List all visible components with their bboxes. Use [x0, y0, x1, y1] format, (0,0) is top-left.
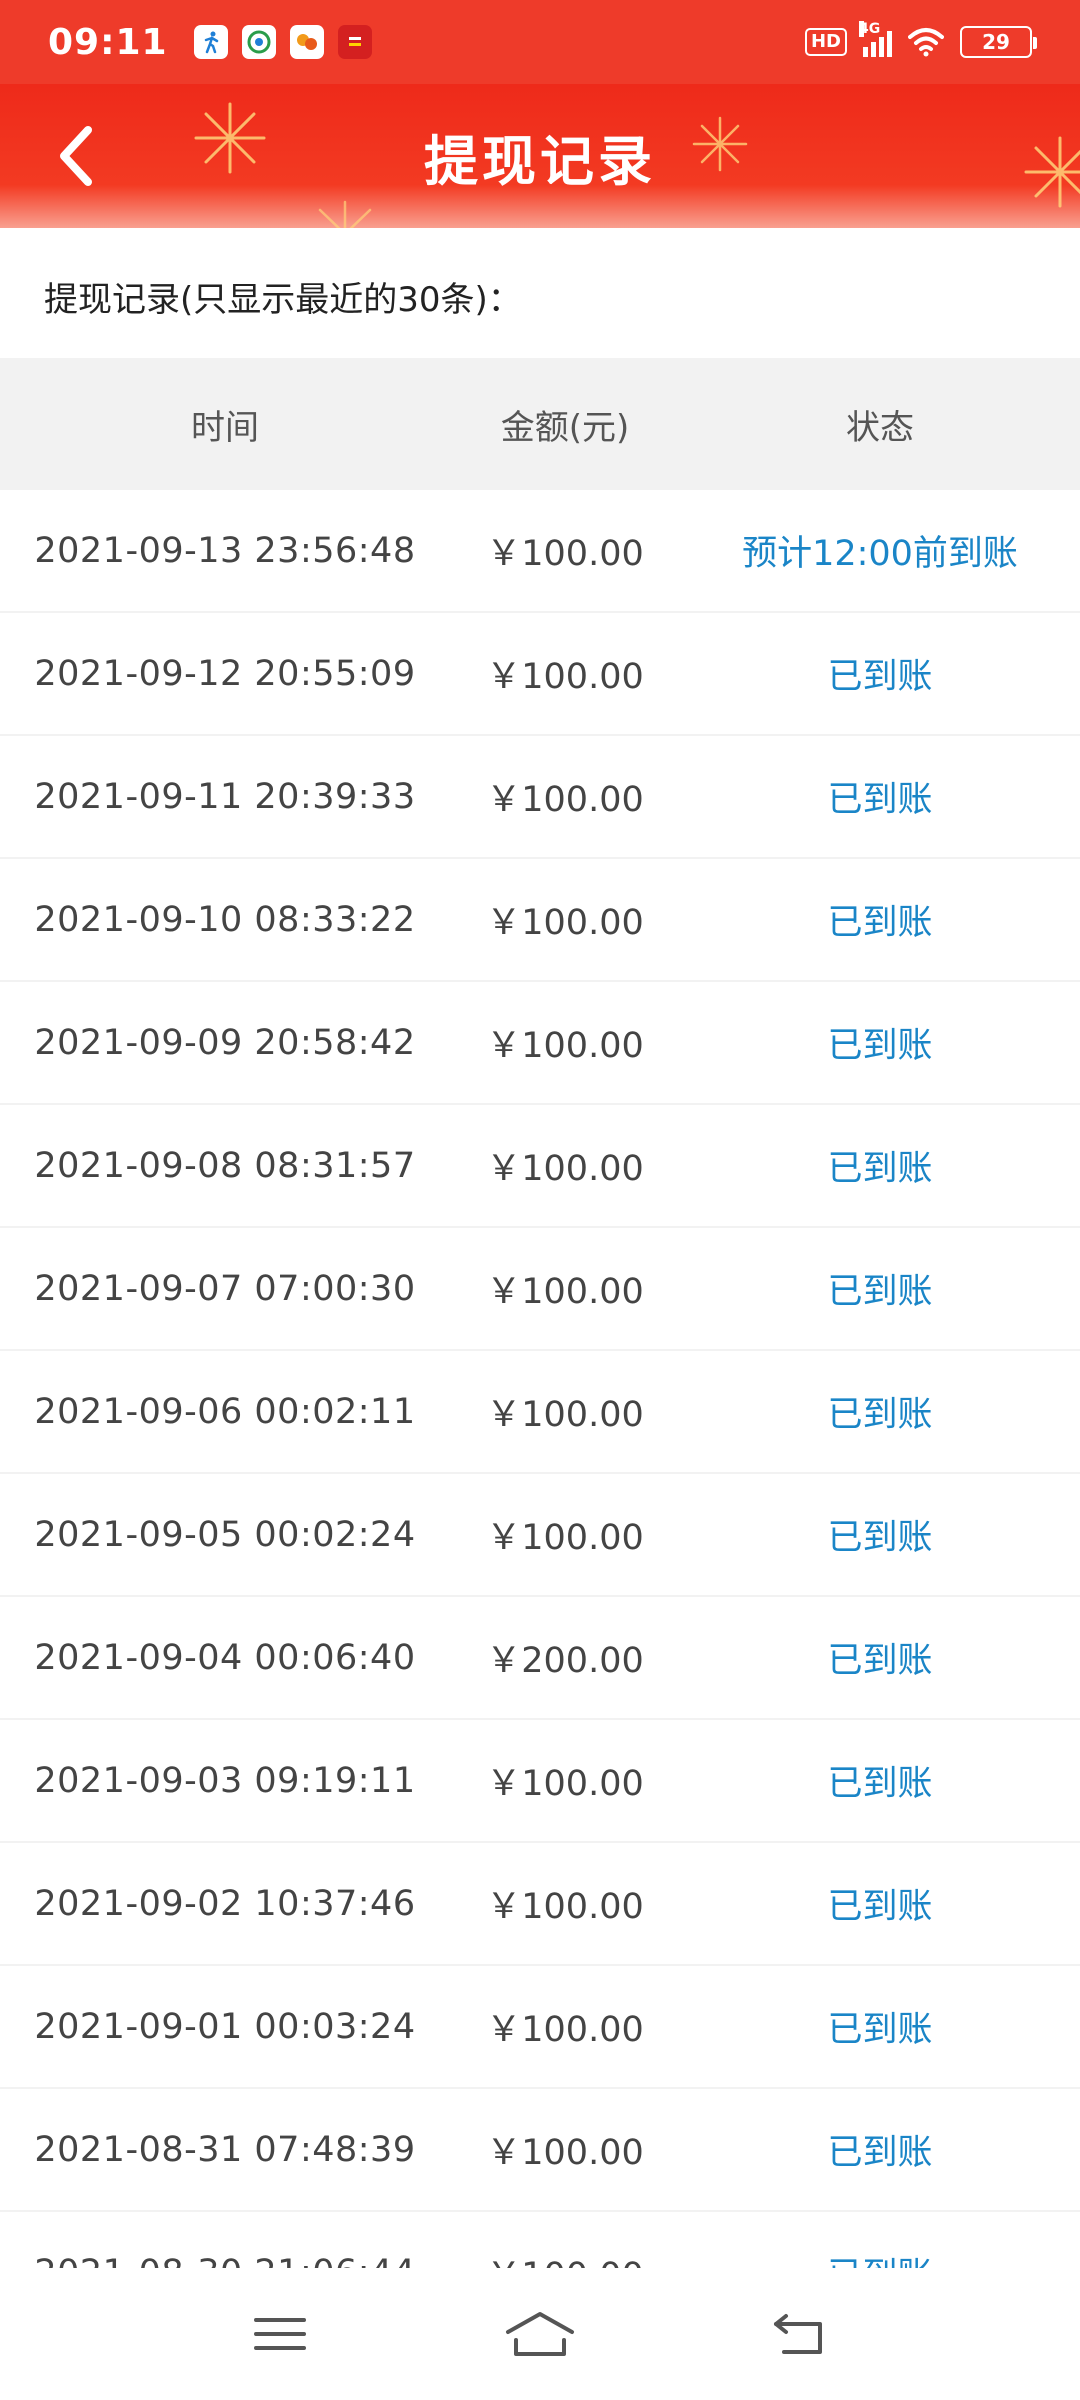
status-indicators: HD 4G 29: [804, 21, 1037, 58]
record-status: 已到账: [827, 1641, 933, 1681]
record-status: 已到账: [827, 1026, 933, 1066]
record-amount: ￥100.00: [450, 2247, 680, 2268]
record-status: 已到账: [827, 1272, 933, 1312]
table-row: 2021-09-04 00:06:40 ￥200.00 已到账: [0, 1597, 1080, 1720]
table-row: 2021-08-31 07:48:39 ￥100.00 已到账: [0, 2089, 1080, 2212]
record-time: 2021-09-10 08:33:22: [34, 899, 416, 940]
record-time: 2021-09-01 00:03:24: [34, 2006, 416, 2047]
table-row: 2021-09-02 10:37:46 ￥100.00 已到账: [0, 1843, 1080, 1966]
back-nav-button[interactable]: [760, 2294, 840, 2374]
record-amount: ￥100.00: [486, 2133, 644, 2173]
record-time: 2021-09-03 09:19:11: [34, 1760, 416, 1801]
chat-app-icon: [289, 25, 324, 59]
record-amount: ￥100.00: [486, 1395, 644, 1435]
status-bar: 09:11 HD 4G 29: [0, 0, 1080, 84]
record-time: 2021-09-04 00:06:40: [34, 1637, 416, 1678]
wifi-icon: [908, 28, 944, 57]
record-amount: ￥100.00: [486, 2010, 644, 2050]
record-amount: ￥100.00: [486, 534, 644, 574]
record-time: 2021-08-31 07:48:39: [34, 2129, 416, 2170]
home-button[interactable]: [500, 2294, 580, 2374]
record-status: 已到账: [827, 780, 933, 820]
table-row: 2021-09-07 07:00:30 ￥100.00 已到账: [0, 1228, 1080, 1351]
network-type: 4G: [859, 21, 881, 37]
firework-decoration: [692, 116, 748, 172]
record-status: 已到账: [827, 1887, 933, 1927]
chevron-left-icon: [60, 126, 92, 186]
record-status: 已到账: [827, 657, 933, 697]
record-time: 2021-08-30 21:06:44: [0, 2253, 450, 2269]
record-time: 2021-09-08 08:31:57: [34, 1145, 416, 1186]
status-time: 09:11: [48, 21, 168, 63]
table-row: 2021-09-05 00:02:24 ￥100.00 已到账: [0, 1474, 1080, 1597]
record-amount: ￥100.00: [486, 903, 644, 943]
record-amount: ￥100.00: [486, 1272, 644, 1312]
back-button[interactable]: [40, 120, 112, 192]
table-row: 2021-09-01 00:03:24 ￥100.00 已到账: [0, 1966, 1080, 2089]
firework-decoration: [194, 102, 266, 174]
table-row: 2021-09-08 08:31:57 ￥100.00 已到账: [0, 1105, 1080, 1228]
record-time: 2021-09-07 07:00:30: [34, 1268, 416, 1309]
menu-icon: [254, 2318, 306, 2350]
battery-icon: 29: [960, 26, 1037, 58]
column-header-status: 状态: [846, 407, 914, 448]
record-status: 已到账: [827, 1149, 933, 1189]
system-nav-bar: [0, 2268, 1080, 2400]
record-status: 已到账: [827, 1764, 933, 1804]
record-amount: ￥200.00: [486, 1641, 644, 1681]
hd-badge: HD: [804, 28, 847, 56]
record-status: 已到账: [680, 2247, 1080, 2268]
table-row: 2021-09-10 08:33:22 ￥100.00 已到账: [0, 859, 1080, 982]
battery-level: 29: [982, 30, 1010, 54]
home-icon: [506, 2312, 574, 2356]
firework-decoration: [1024, 136, 1080, 208]
record-status: 已到账: [827, 2010, 933, 2050]
record-time: 2021-09-09 20:58:42: [34, 1022, 416, 1063]
record-amount: ￥100.00: [486, 1764, 644, 1804]
status-app-icons: [193, 25, 372, 59]
record-amount: ￥100.00: [486, 1887, 644, 1927]
record-amount: ￥100.00: [486, 1026, 644, 1066]
firework-decoration: [318, 200, 372, 228]
record-time: 2021-09-11 20:39:33: [34, 776, 416, 817]
table-row: 2021-08-30 21:06:44 ￥100.00 已到账: [0, 2212, 1080, 2268]
records-subtitle: 提现记录(只显示最近的30条)：: [44, 280, 522, 320]
record-time: 2021-09-06 00:02:11: [34, 1391, 416, 1432]
record-time: 2021-09-13 23:56:48: [34, 530, 416, 571]
record-status: 已到账: [827, 2133, 933, 2173]
record-status: 已到账: [827, 903, 933, 943]
table-row: 2021-09-06 00:02:11 ￥100.00 已到账: [0, 1351, 1080, 1474]
table-row: 2021-09-11 20:39:33 ￥100.00 已到账: [0, 736, 1080, 859]
column-header-time: 时间: [191, 407, 259, 448]
record-time: 2021-09-02 10:37:46: [34, 1883, 416, 1924]
withdrawal-records-list[interactable]: 2021-09-13 23:56:48 ￥100.00 预计12:00前到账 2…: [0, 490, 1080, 2268]
record-amount: ￥100.00: [486, 780, 644, 820]
menu-button[interactable]: [240, 2294, 320, 2374]
title-bar: 提现记录: [0, 84, 1080, 228]
record-amount: ￥100.00: [486, 1149, 644, 1189]
map-app-icon: [241, 25, 276, 59]
record-status: 已到账: [827, 1518, 933, 1558]
cell-signal-icon: 4G: [859, 21, 892, 57]
page-title: 提现记录: [424, 129, 656, 193]
table-row: 2021-09-12 20:55:09 ￥100.00 已到账: [0, 613, 1080, 736]
table-row: 2021-09-09 20:58:42 ￥100.00 已到账: [0, 982, 1080, 1105]
runner-app-icon: [193, 25, 228, 59]
record-time: 2021-09-12 20:55:09: [34, 653, 416, 694]
column-header-amount: 金额(元): [500, 407, 630, 448]
record-status: 预计12:00前到账: [742, 534, 1018, 574]
record-amount: ￥100.00: [486, 1518, 644, 1558]
lottery-app-icon: [337, 25, 372, 59]
table-header: 时间 金额(元) 状态: [0, 358, 1080, 490]
table-row: 2021-09-13 23:56:48 ￥100.00 预计12:00前到账: [0, 490, 1080, 613]
back-icon: [774, 2314, 822, 2354]
record-time: 2021-09-05 00:02:24: [34, 1514, 416, 1555]
table-row: 2021-09-03 09:19:11 ￥100.00 已到账: [0, 1720, 1080, 1843]
record-amount: ￥100.00: [486, 657, 644, 697]
record-status: 已到账: [827, 1395, 933, 1435]
